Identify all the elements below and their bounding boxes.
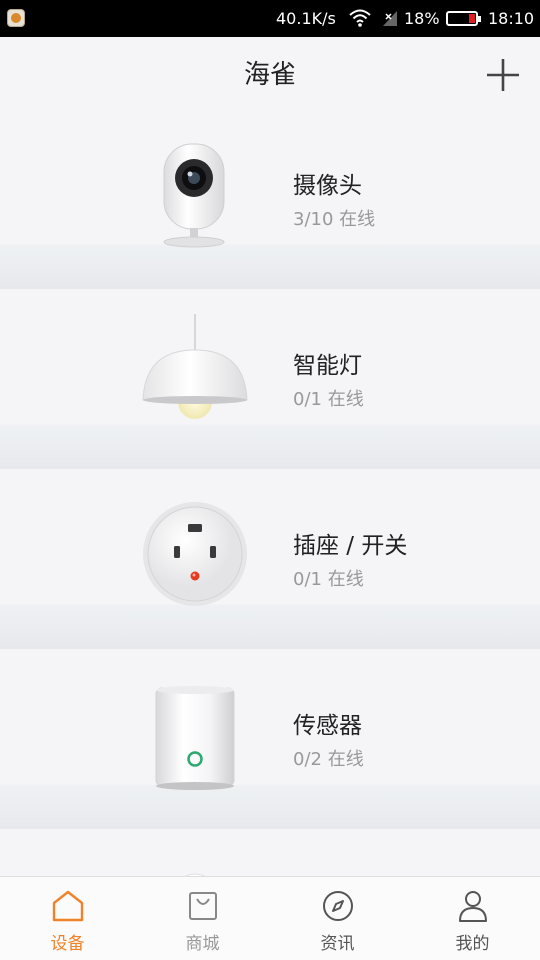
device-card-sensor[interactable]: 传感器 0/2 在线 [0,649,540,829]
home-icon [52,890,83,922]
nav-label: 我的 [455,934,490,954]
nav-tab-devices[interactable]: 设备 [0,877,135,960]
nav-label: 商城 [185,934,220,954]
device-status: 0/2 在线 [293,749,364,770]
device-name: 摄像头 [293,173,362,199]
device-name: 插座 / 开关 [293,533,408,559]
device-name: 传感器 [293,713,362,739]
socket-icon [143,502,247,606]
device-card-smart-light[interactable]: 智能灯 0/1 在线 [0,289,540,469]
device-status: 0/1 在线 [293,389,364,410]
device-status: 0/1 在线 [293,569,364,590]
status-bar: 40.1K/s 18% 18:10 [0,0,540,37]
signal-icon [383,11,397,26]
nav-tab-news[interactable]: 资讯 [270,877,405,960]
bottom-nav: 设备 商城 资讯 我的 [0,876,540,960]
network-speed: 40.1K/s [276,9,336,28]
add-device-button[interactable] [483,55,523,95]
nav-tab-profile[interactable]: 我的 [405,877,540,960]
page-title: 海雀 [243,60,296,90]
device-card-socket[interactable]: 插座 / 开关 0/1 在线 [0,469,540,649]
device-status: 3/10 在线 [293,209,376,230]
sensor-icon [155,686,235,790]
nav-tab-store[interactable]: 商城 [135,877,270,960]
clock: 18:10 [488,9,535,28]
compass-icon [322,891,353,921]
user-icon [458,891,487,922]
device-name: 智能灯 [293,353,362,379]
device-card-camera[interactable]: 摄像头 3/10 在线 [0,109,540,289]
app-notification-icon [7,9,25,27]
shopping-bag-icon [188,892,217,920]
camera-icon [163,143,225,248]
header: 海雀 [0,37,540,109]
wifi-icon [349,9,371,27]
battery-percent: 18% [404,9,440,28]
nav-label: 设备 [50,934,85,954]
lamp-icon [142,314,248,419]
nav-label: 资讯 [320,934,355,954]
battery-icon [446,11,481,26]
